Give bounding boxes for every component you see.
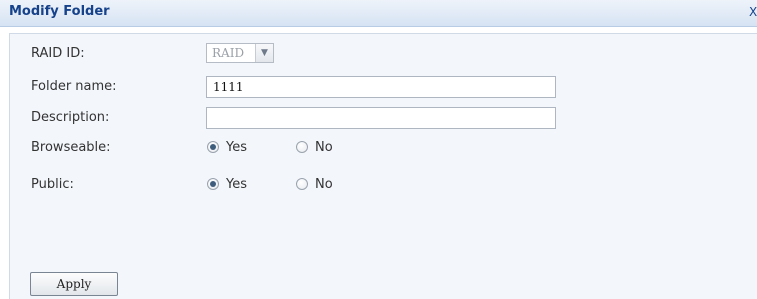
public-no-label: No bbox=[315, 177, 333, 192]
chevron-down-icon: ▼ bbox=[255, 44, 273, 62]
folder-name-input[interactable] bbox=[206, 76, 556, 98]
raid-id-value: RAID bbox=[212, 46, 245, 60]
folder-name-label: Folder name: bbox=[31, 79, 117, 94]
public-no-radio[interactable] bbox=[296, 178, 308, 190]
browseable-yes-label: Yes bbox=[226, 140, 247, 155]
public-label: Public: bbox=[31, 177, 74, 192]
browseable-yes-radio[interactable] bbox=[207, 141, 219, 153]
close-icon[interactable]: X bbox=[749, 5, 757, 19]
modify-folder-dialog: Modify Folder X RAID ID: RAID ▼ Folder n… bbox=[0, 0, 757, 299]
dialog-title-bar: Modify Folder X bbox=[0, 0, 757, 27]
browseable-label: Browseable: bbox=[31, 140, 111, 155]
raid-id-label: RAID ID: bbox=[31, 46, 85, 61]
public-yes-label: Yes bbox=[226, 177, 247, 192]
description-input[interactable] bbox=[206, 107, 556, 129]
apply-button[interactable]: Apply bbox=[30, 272, 118, 296]
browseable-no-radio[interactable] bbox=[296, 141, 308, 153]
browseable-no-label: No bbox=[315, 140, 333, 155]
dialog-title: Modify Folder bbox=[9, 4, 110, 19]
raid-id-select[interactable]: RAID ▼ bbox=[206, 43, 274, 63]
form-panel bbox=[9, 33, 757, 299]
description-label: Description: bbox=[31, 110, 110, 125]
public-yes-radio[interactable] bbox=[207, 178, 219, 190]
